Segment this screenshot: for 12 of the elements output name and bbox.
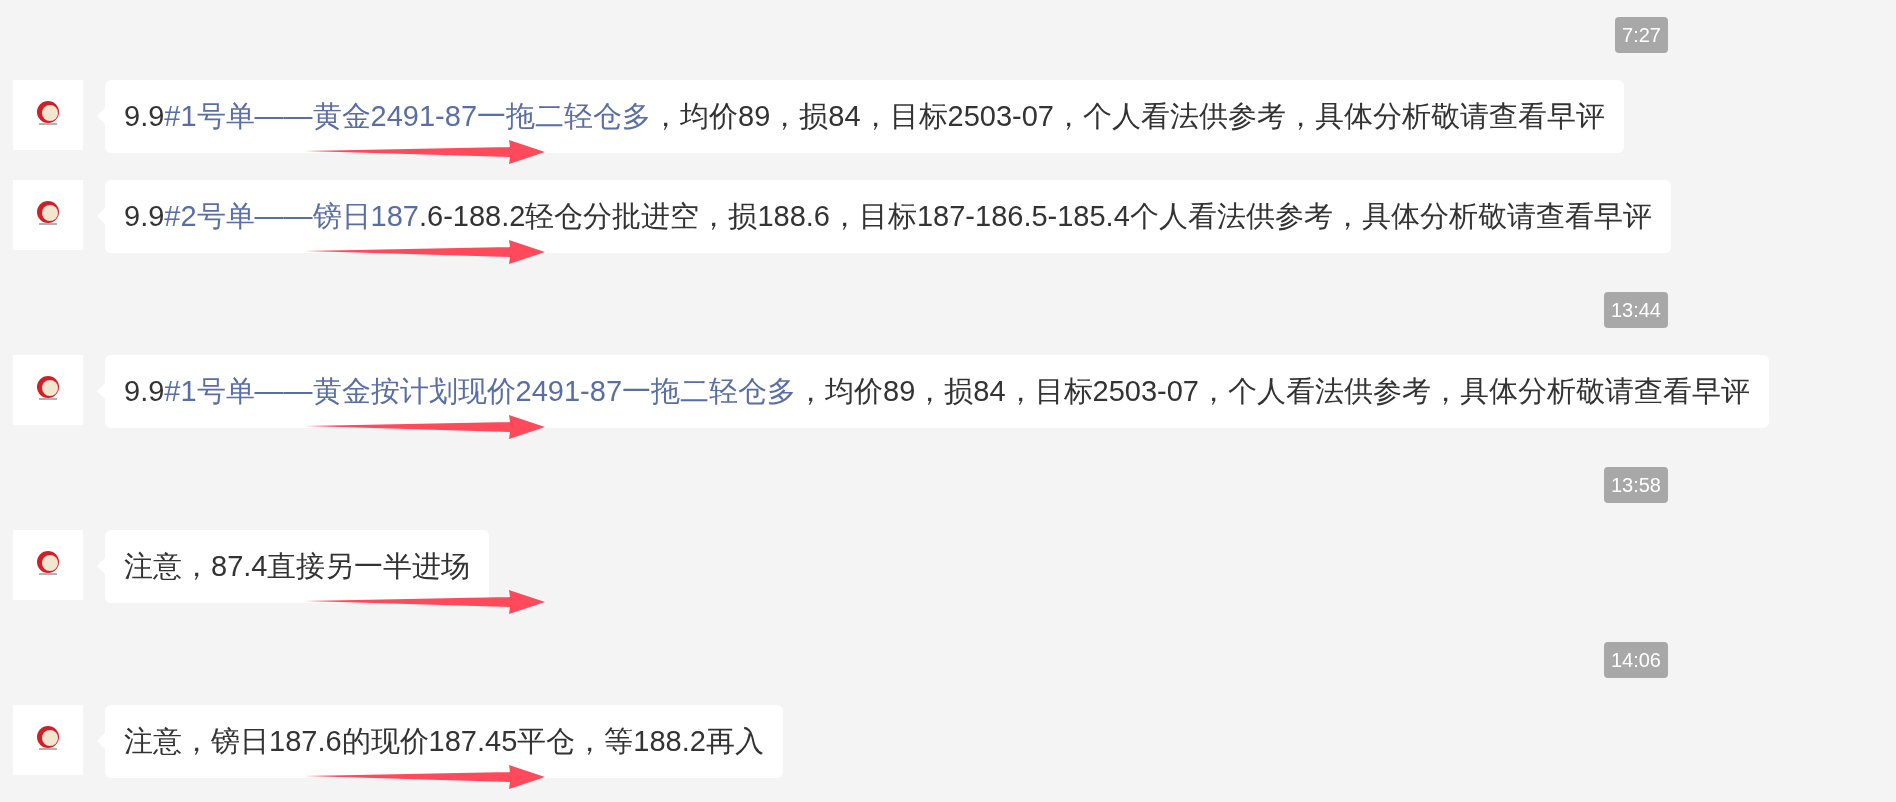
timestamp: 13:58 <box>1603 467 1668 503</box>
message-link[interactable]: #1号单——黄金2491-87一拖二轻仓多 <box>164 99 651 132</box>
timestamp: 14:06 <box>1603 642 1668 678</box>
message-text: 9.9#1号单——黄金2491-87一拖二轻仓多，均价89，损84，目标2503-07，个人看法供参考，具体分析敬请查看早评 <box>124 98 1605 134</box>
message-text: 9.9#2号单——镑日187.6-188.2轻仓分批进空，损188.6，目标187-186.5-185.4个人看法供参考，具体分析敬请查看早评 <box>124 198 1652 234</box>
timestamp: 7:27 <box>1615 17 1668 53</box>
message-link[interactable]: #1号单——黄金按计划现价2491-87一拖二轻仓多 <box>164 374 796 407</box>
message-text: 9.9#1号单——黄金按计划现价2491-87一拖二轻仓多，均价89，损84，目标2503-07，个人看法供参考，具体分析敬请查看早评 <box>124 373 1750 409</box>
message-link[interactable]: #2号单——镑日187 <box>164 199 419 232</box>
timestamp: 13:44 <box>1603 292 1668 328</box>
message-text: 注意，镑日187.6的现价187.45平仓，等188.2再入 <box>124 723 764 759</box>
message-text: 注意，87.4直接另一半进场 <box>124 548 471 584</box>
